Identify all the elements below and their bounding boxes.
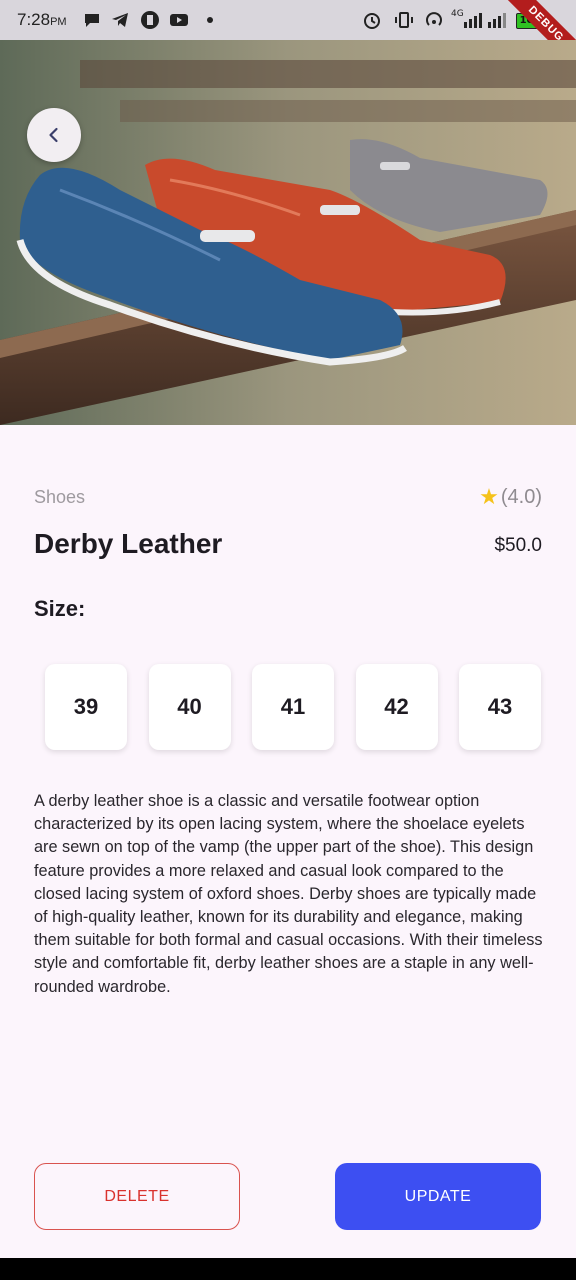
update-button-label: UPDATE bbox=[404, 1187, 472, 1205]
update-button[interactable]: UPDATE bbox=[335, 1163, 541, 1230]
status-time: 7:28PM bbox=[17, 10, 67, 30]
notification-dot-icon bbox=[207, 17, 213, 23]
rating-value: (4.0) bbox=[500, 485, 542, 508]
size-option-43[interactable]: 43 bbox=[459, 664, 541, 750]
signal-icon bbox=[464, 13, 506, 28]
size-option-41[interactable]: 41 bbox=[252, 664, 334, 750]
hotspot-icon bbox=[426, 12, 442, 26]
product-category: Shoes bbox=[34, 487, 86, 507]
size-selector: 39 40 41 42 43 bbox=[45, 664, 541, 750]
status-clock: 7:28 bbox=[17, 10, 51, 29]
shoes-photo bbox=[0, 40, 576, 425]
delete-button[interactable]: DELETE bbox=[34, 1163, 240, 1230]
app-circle-icon bbox=[141, 11, 159, 29]
product-rating: ★ (4.0) bbox=[479, 484, 542, 510]
size-option-40[interactable]: 40 bbox=[148, 664, 231, 750]
status-bar: 7:28PM 4G 100 DEBUG bbox=[0, 0, 576, 40]
size-heading: Size: bbox=[34, 596, 86, 621]
system-nav-bar bbox=[0, 1258, 576, 1280]
status-ampm: PM bbox=[50, 16, 67, 28]
product-image bbox=[0, 40, 576, 425]
alarm-icon bbox=[364, 13, 380, 29]
product-description: A derby leather shoe is a classic and ve… bbox=[34, 792, 543, 996]
youtube-icon bbox=[170, 14, 188, 26]
vibrate-icon bbox=[395, 12, 413, 28]
star-icon: ★ bbox=[479, 484, 499, 509]
size-option-39[interactable]: 39 bbox=[45, 664, 127, 750]
debug-banner: DEBUG bbox=[496, 0, 576, 40]
telegram-icon bbox=[112, 13, 128, 27]
back-button[interactable] bbox=[27, 108, 81, 162]
chevron-left-icon bbox=[49, 127, 58, 143]
product-name: Derby Leather bbox=[34, 528, 223, 559]
delete-button-label: DELETE bbox=[104, 1187, 170, 1205]
product-price: $50.0 bbox=[494, 535, 542, 556]
chat-bubble-icon bbox=[85, 14, 99, 27]
size-option-42[interactable]: 42 bbox=[355, 664, 438, 750]
